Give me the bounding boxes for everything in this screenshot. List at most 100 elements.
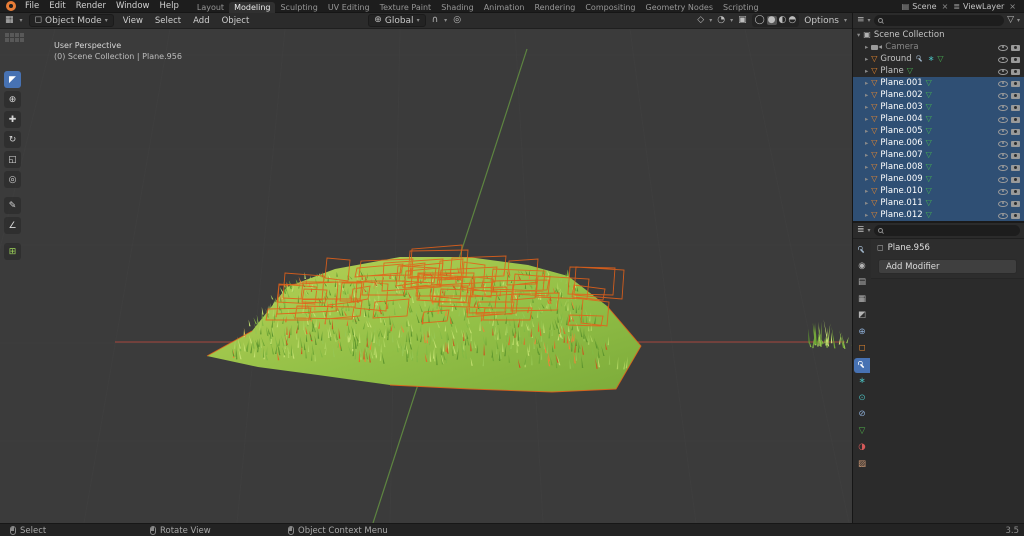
workspace-tab-scripting[interactable]: Scripting <box>718 2 764 13</box>
hide-in-viewport-icon[interactable] <box>998 43 1008 52</box>
annotate-tool[interactable]: ✎ <box>4 197 21 214</box>
disclosure-icon[interactable]: ▸ <box>865 55 868 63</box>
disable-in-render-icon[interactable] <box>1011 151 1020 160</box>
scene-browse-icon[interactable]: ▤ <box>902 2 910 11</box>
menu-edit[interactable]: Edit <box>44 1 70 11</box>
hide-in-viewport-icon[interactable] <box>998 115 1008 124</box>
add-cube-tool[interactable]: ⊞ <box>4 243 21 260</box>
gizmo-dropdown-icon[interactable]: ▾ <box>709 17 712 24</box>
outliner-row-plane.011[interactable]: ▸ ▽ Plane.011 ▽ <box>853 197 1024 209</box>
select-box-tool[interactable]: ◤ <box>4 71 21 88</box>
workspace-tab-rendering[interactable]: Rendering <box>529 2 580 13</box>
hide-in-viewport-icon[interactable] <box>998 55 1008 64</box>
hide-in-viewport-icon[interactable] <box>998 163 1008 172</box>
disclosure-icon[interactable]: ▸ <box>865 139 868 147</box>
mode-dropdown[interactable]: ◻ Object Mode ▾ <box>28 14 114 27</box>
disable-in-render-icon[interactable] <box>1011 163 1020 172</box>
disable-in-render-icon[interactable] <box>1011 127 1020 136</box>
outliner-row-plane.001[interactable]: ▸ ▽ Plane.001 ▽ <box>853 77 1024 89</box>
disable-in-render-icon[interactable] <box>1011 43 1020 52</box>
outliner-search-input[interactable] <box>873 15 1005 26</box>
outliner-row-plane.004[interactable]: ▸ ▽ Plane.004 ▽ <box>853 113 1024 125</box>
workspace-tab-texture-paint[interactable]: Texture Paint <box>375 2 437 13</box>
outliner-row-scene-collection[interactable]: ▾ ▣ Scene Collection <box>853 29 1024 41</box>
viewport-canvas[interactable] <box>0 29 852 523</box>
disclosure-icon[interactable]: ▸ <box>865 211 868 219</box>
tab-object[interactable]: ◻ <box>854 341 870 356</box>
tab-object-data[interactable]: ▽ <box>854 424 870 439</box>
filter-funnel-icon[interactable]: ▽ <box>1007 16 1014 25</box>
properties-search-input[interactable] <box>873 225 1020 236</box>
workspace-tab-animation[interactable]: Animation <box>479 2 530 13</box>
orientation-dropdown[interactable]: ⊕ Global ▾ <box>368 14 426 27</box>
overlays-toggle-icon[interactable]: ◔ <box>717 16 725 25</box>
tab-constraints[interactable]: ⊘ <box>854 407 870 422</box>
shading-rendered-icon[interactable]: ◓ <box>788 16 796 25</box>
disable-in-render-icon[interactable] <box>1011 175 1020 184</box>
add-modifier-button[interactable]: Add Modifier <box>878 259 1017 274</box>
hide-in-viewport-icon[interactable] <box>998 127 1008 136</box>
hide-in-viewport-icon[interactable] <box>998 139 1008 148</box>
options-dropdown-icon[interactable]: ▾ <box>844 17 847 24</box>
disable-in-render-icon[interactable] <box>1011 115 1020 124</box>
tab-tool[interactable] <box>854 242 870 257</box>
tab-output[interactable]: ▤ <box>854 275 870 290</box>
disable-in-render-icon[interactable] <box>1011 211 1020 220</box>
filter-dropdown-icon[interactable]: ▾ <box>1017 17 1020 24</box>
viewlayer-icon[interactable]: ≣ <box>953 2 960 11</box>
disclosure-icon[interactable]: ▾ <box>857 31 860 39</box>
workspace-tab-geometry-nodes[interactable]: Geometry Nodes <box>641 2 718 13</box>
hide-in-viewport-icon[interactable] <box>998 199 1008 208</box>
snap-dropdown-icon[interactable]: ▾ <box>444 17 447 24</box>
outliner-row-plane.006[interactable]: ▸ ▽ Plane.006 ▽ <box>853 137 1024 149</box>
workspace-tab-sculpting[interactable]: Sculpting <box>275 2 322 13</box>
menu-render[interactable]: Render <box>71 1 111 11</box>
proportional-editing-icon[interactable]: ◎ <box>453 16 461 25</box>
disable-in-render-icon[interactable] <box>1011 187 1020 196</box>
disclosure-icon[interactable]: ▸ <box>865 163 868 171</box>
workspace-tab-shading[interactable]: Shading <box>436 2 479 13</box>
disable-in-render-icon[interactable] <box>1011 91 1020 100</box>
options-dropdown[interactable]: Options <box>804 16 839 26</box>
hide-in-viewport-icon[interactable] <box>998 211 1008 220</box>
properties-editor-icon[interactable]: ≣ <box>857 226 865 235</box>
tab-view-layer[interactable]: ▦ <box>854 292 870 307</box>
hide-in-viewport-icon[interactable] <box>998 187 1008 196</box>
menu-window[interactable]: Window <box>111 1 155 11</box>
tab-texture[interactable]: ▨ <box>854 457 870 472</box>
disable-in-render-icon[interactable] <box>1011 199 1020 208</box>
outliner-row-plane.008[interactable]: ▸ ▽ Plane.008 ▽ <box>853 161 1024 173</box>
measure-tool[interactable]: ∠ <box>4 217 21 234</box>
editor-type-icon[interactable]: ▦ <box>5 16 14 25</box>
tab-particles[interactable]: ∗ <box>854 374 870 389</box>
menu-help[interactable]: Help <box>154 1 183 11</box>
tab-modifiers[interactable] <box>854 357 870 373</box>
viewport-menu-view[interactable]: View <box>120 16 146 26</box>
shading-material-icon[interactable]: ◐ <box>779 16 787 25</box>
editor-type-dropdown-icon[interactable]: ▾ <box>20 17 23 24</box>
disable-in-render-icon[interactable] <box>1011 55 1020 64</box>
outliner-editor-icon[interactable]: ≡ <box>857 16 865 25</box>
snap-magnet-icon[interactable]: ∩ <box>432 16 439 25</box>
disclosure-icon[interactable]: ▸ <box>865 199 868 207</box>
xray-toggle-icon[interactable]: ▣ <box>738 16 747 25</box>
disclosure-icon[interactable]: ▸ <box>865 67 868 75</box>
tab-material[interactable]: ◑ <box>854 440 870 455</box>
workspace-tab-layout[interactable]: Layout <box>192 2 229 13</box>
disable-in-render-icon[interactable] <box>1011 139 1020 148</box>
blender-logo-icon[interactable] <box>6 1 16 11</box>
hide-in-viewport-icon[interactable] <box>998 79 1008 88</box>
menu-file[interactable]: File <box>20 1 44 11</box>
disclosure-icon[interactable]: ▸ <box>865 79 868 87</box>
disable-in-render-icon[interactable] <box>1011 67 1020 76</box>
hide-in-viewport-icon[interactable] <box>998 91 1008 100</box>
scene-unlink-icon[interactable]: × <box>940 2 951 11</box>
outliner-row-camera[interactable]: ▸ Camera <box>853 41 1024 53</box>
tab-render[interactable]: ◉ <box>854 259 870 274</box>
disclosure-icon[interactable]: ▸ <box>865 103 868 111</box>
disclosure-icon[interactable]: ▸ <box>865 115 868 123</box>
tab-world[interactable]: ⊕ <box>854 325 870 340</box>
disable-in-render-icon[interactable] <box>1011 103 1020 112</box>
workspace-tab-modeling[interactable]: Modeling <box>229 1 276 13</box>
hide-in-viewport-icon[interactable] <box>998 103 1008 112</box>
